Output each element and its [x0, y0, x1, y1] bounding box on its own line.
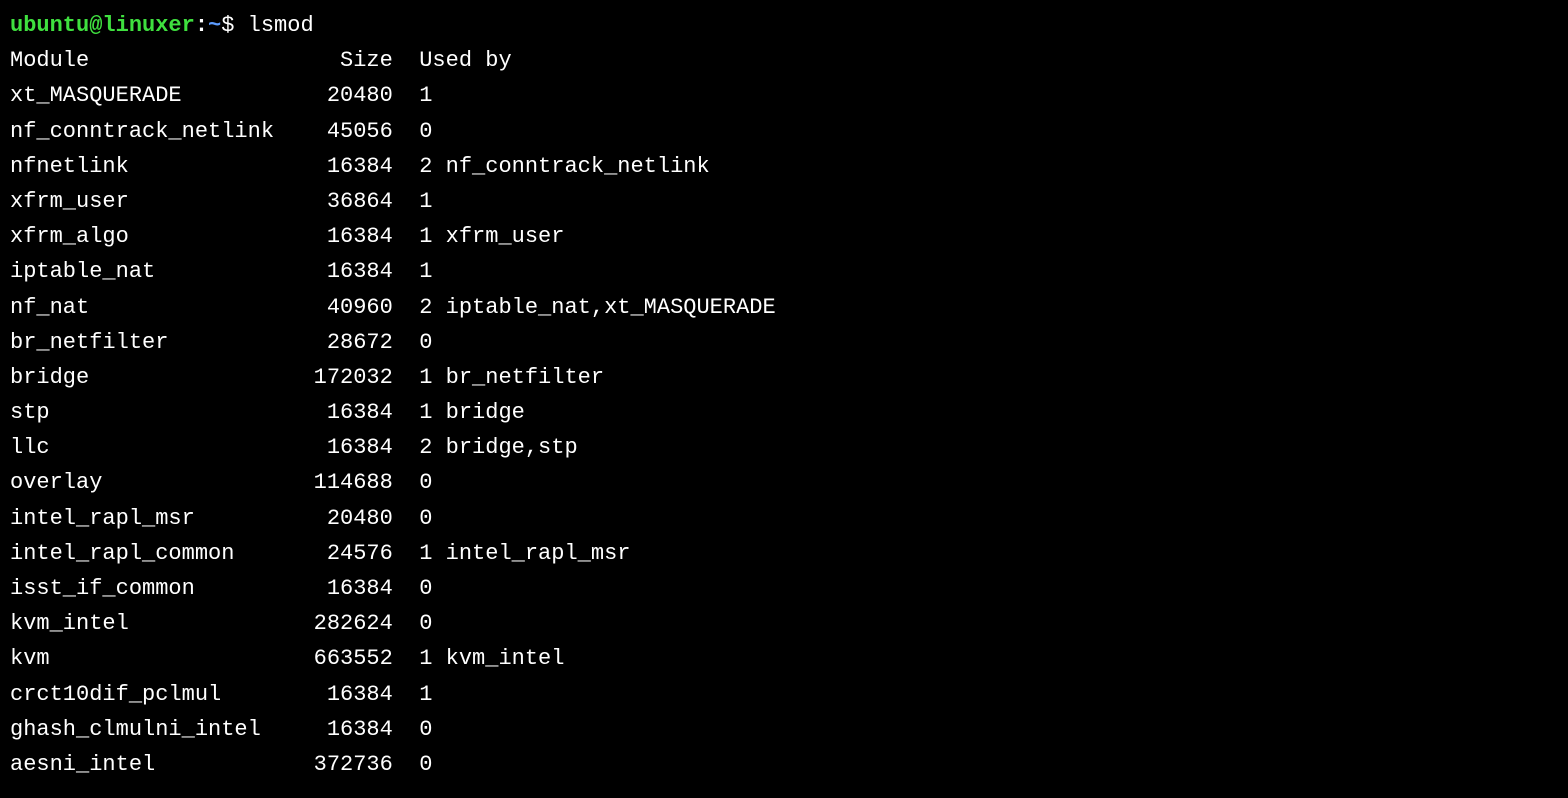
module-used-by: 0	[393, 571, 433, 606]
module-size: 663552	[287, 641, 393, 676]
prompt-path: ~	[208, 13, 221, 38]
module-row: crct10dif_pclmul163841	[10, 677, 1558, 712]
module-size: 16384	[287, 430, 393, 465]
module-row: iptable_nat163841	[10, 254, 1558, 289]
module-size: 20480	[287, 501, 393, 536]
module-size: 28672	[287, 325, 393, 360]
module-size: 24576	[287, 536, 393, 571]
module-row: llc163842 bridge,stp	[10, 430, 1558, 465]
module-size: 45056	[287, 114, 393, 149]
module-size: 172032	[287, 360, 393, 395]
module-size: 282624	[287, 606, 393, 641]
module-used-by: 1	[393, 184, 433, 219]
module-row: intel_rapl_common245761 intel_rapl_msr	[10, 536, 1558, 571]
module-row: stp163841 bridge	[10, 395, 1558, 430]
module-row: nf_nat409602 iptable_nat,xt_MASQUERADE	[10, 290, 1558, 325]
module-size: 16384	[287, 677, 393, 712]
module-used-by: 0	[393, 747, 433, 782]
module-row: kvm6635521 kvm_intel	[10, 641, 1558, 676]
module-row: br_netfilter286720	[10, 325, 1558, 360]
module-name: aesni_intel	[10, 747, 287, 782]
module-name: intel_rapl_common	[10, 536, 287, 571]
module-name: nf_conntrack_netlink	[10, 114, 287, 149]
prompt-spacer	[234, 13, 247, 38]
prompt-colon: :	[195, 13, 208, 38]
module-row: xfrm_algo163841 xfrm_user	[10, 219, 1558, 254]
header-module: Module	[10, 43, 287, 78]
module-size: 16384	[287, 254, 393, 289]
module-size: 16384	[287, 395, 393, 430]
module-name: stp	[10, 395, 287, 430]
module-row: nfnetlink163842 nf_conntrack_netlink	[10, 149, 1558, 184]
module-used-by: 1	[393, 254, 433, 289]
module-name: llc	[10, 430, 287, 465]
module-used-by: 2 bridge,stp	[393, 430, 578, 465]
module-row: xfrm_user368641	[10, 184, 1558, 219]
module-name: br_netfilter	[10, 325, 287, 360]
module-name: crct10dif_pclmul	[10, 677, 287, 712]
header-used-by: Used by	[393, 43, 512, 78]
module-name: xfrm_algo	[10, 219, 287, 254]
module-size: 16384	[287, 571, 393, 606]
module-used-by: 1 kvm_intel	[393, 641, 565, 676]
module-name: xt_MASQUERADE	[10, 78, 287, 113]
module-name: nf_nat	[10, 290, 287, 325]
module-size: 40960	[287, 290, 393, 325]
prompt-line[interactable]: ubuntu@linuxer:~$ lsmod	[10, 8, 1558, 43]
module-row: kvm_intel2826240	[10, 606, 1558, 641]
command-text: lsmod	[248, 13, 314, 38]
module-name: ghash_clmulni_intel	[10, 712, 287, 747]
module-used-by: 1	[393, 78, 433, 113]
header-row: ModuleSizeUsed by	[10, 43, 1558, 78]
module-row: overlay1146880	[10, 465, 1558, 500]
module-used-by: 0	[393, 501, 433, 536]
module-used-by: 1 bridge	[393, 395, 525, 430]
module-used-by: 0	[393, 465, 433, 500]
module-name: overlay	[10, 465, 287, 500]
module-size: 36864	[287, 184, 393, 219]
module-row: nf_conntrack_netlink450560	[10, 114, 1558, 149]
module-used-by: 1 br_netfilter	[393, 360, 604, 395]
module-name: iptable_nat	[10, 254, 287, 289]
module-size: 16384	[287, 712, 393, 747]
module-used-by: 2 nf_conntrack_netlink	[393, 149, 710, 184]
module-row: isst_if_common163840	[10, 571, 1558, 606]
module-used-by: 1 intel_rapl_msr	[393, 536, 631, 571]
module-name: kvm_intel	[10, 606, 287, 641]
module-name: bridge	[10, 360, 287, 395]
header-size: Size	[287, 43, 393, 78]
module-row: xt_MASQUERADE204801	[10, 78, 1558, 113]
module-used-by: 0	[393, 606, 433, 641]
module-name: isst_if_common	[10, 571, 287, 606]
module-name: nfnetlink	[10, 149, 287, 184]
module-size: 16384	[287, 219, 393, 254]
module-name: intel_rapl_msr	[10, 501, 287, 536]
module-size: 114688	[287, 465, 393, 500]
module-name: kvm	[10, 641, 287, 676]
prompt-dollar: $	[221, 13, 234, 38]
module-size: 372736	[287, 747, 393, 782]
module-used-by: 1	[393, 677, 433, 712]
module-size: 16384	[287, 149, 393, 184]
module-used-by: 1 xfrm_user	[393, 219, 565, 254]
module-rows-container: xt_MASQUERADE204801nf_conntrack_netlink4…	[10, 78, 1558, 782]
module-row: bridge1720321 br_netfilter	[10, 360, 1558, 395]
module-name: xfrm_user	[10, 184, 287, 219]
module-row: intel_rapl_msr204800	[10, 501, 1558, 536]
module-used-by: 2 iptable_nat,xt_MASQUERADE	[393, 290, 776, 325]
module-used-by: 0	[393, 712, 433, 747]
module-row: aesni_intel3727360	[10, 747, 1558, 782]
module-used-by: 0	[393, 114, 433, 149]
prompt-user-host: ubuntu@linuxer	[10, 13, 195, 38]
module-used-by: 0	[393, 325, 433, 360]
module-row: ghash_clmulni_intel163840	[10, 712, 1558, 747]
module-size: 20480	[287, 78, 393, 113]
